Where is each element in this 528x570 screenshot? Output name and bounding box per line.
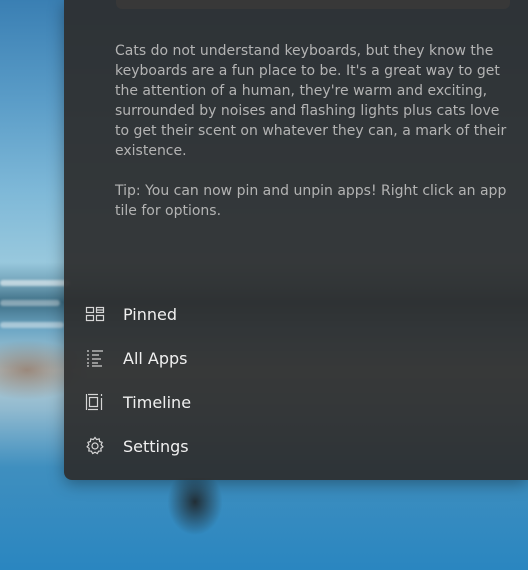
start-nav: Pinned All Apps Timeline Settings [64, 292, 528, 468]
nav-item-pinned[interactable]: Pinned [64, 292, 528, 336]
gear-icon [84, 435, 106, 457]
wallpaper-wave [0, 280, 70, 286]
tips-paragraph-pin: Tip: You can now pin and unpin apps! Rig… [115, 183, 507, 219]
nav-item-all-apps[interactable]: All Apps [64, 336, 528, 380]
tips-paragraph-cats: Cats do not understand keyboards, but th… [115, 43, 507, 159]
pinned-icon [84, 303, 106, 325]
nav-item-label: Settings [123, 436, 189, 456]
nav-item-label: Pinned [123, 304, 178, 324]
nav-item-label: All Apps [123, 348, 188, 368]
nav-item-timeline[interactable]: Timeline [64, 380, 528, 424]
timeline-icon [84, 391, 106, 413]
tips-text: Cats do not understand keyboards, but th… [115, 41, 515, 241]
nav-item-settings[interactable]: Settings [64, 424, 528, 468]
all-apps-icon [84, 347, 106, 369]
start-menu-panel: Cats do not understand keyboards, but th… [64, 0, 528, 480]
top-card-edge[interactable] [116, 0, 510, 9]
wallpaper-wave [0, 322, 64, 328]
nav-item-label: Timeline [123, 392, 192, 412]
wallpaper-reflection [165, 478, 225, 538]
wallpaper-wave [0, 300, 60, 306]
